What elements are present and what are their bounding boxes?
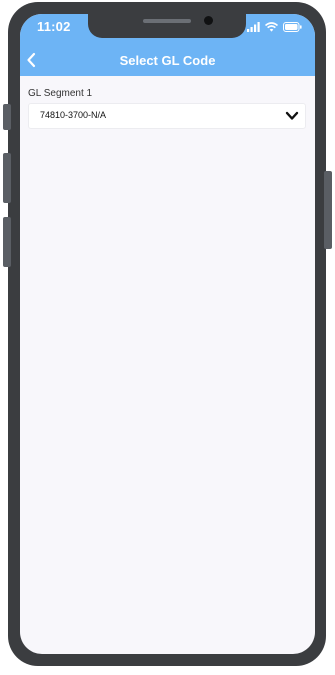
device-mockup: 11:02 Select GL Code GL Segment 1 74810-…: [0, 0, 335, 675]
gl-segment-1-select[interactable]: 74810-3700-N/A: [28, 103, 306, 129]
notch: [88, 14, 246, 38]
wifi-icon: [264, 19, 279, 37]
speaker-grille: [143, 19, 191, 23]
page-title: Select GL Code: [119, 53, 216, 68]
signal-icon: [247, 19, 260, 37]
mute-switch: [3, 104, 11, 130]
volume-down-button: [3, 217, 11, 267]
volume-up-button: [3, 153, 11, 203]
status-time: 11:02: [37, 19, 71, 34]
status-icons: [247, 22, 302, 34]
gl-segment-1-label: GL Segment 1: [28, 88, 93, 99]
app-header: 11:02 Select GL Code: [20, 14, 315, 76]
phone-screen: 11:02 Select GL Code GL Segment 1 74810-…: [20, 14, 315, 654]
gl-segment-1-value: 74810-3700-N/A: [40, 110, 107, 120]
battery-icon: [283, 19, 302, 37]
chevron-down-icon: [285, 111, 299, 120]
power-button: [324, 171, 332, 249]
front-camera: [204, 16, 213, 25]
